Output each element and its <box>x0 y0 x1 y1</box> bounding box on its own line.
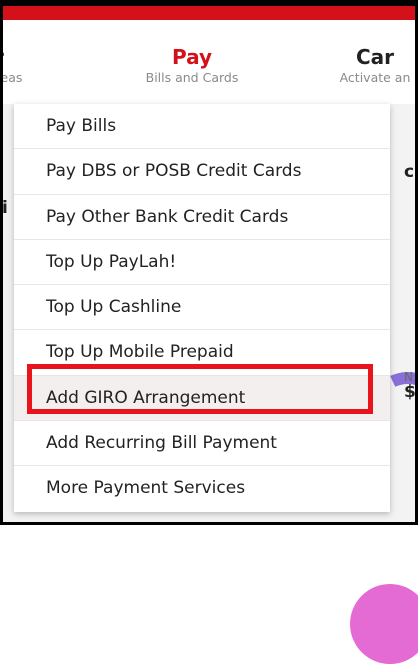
screenshot-frame <box>0 0 418 525</box>
decorative-circle <box>350 584 418 664</box>
